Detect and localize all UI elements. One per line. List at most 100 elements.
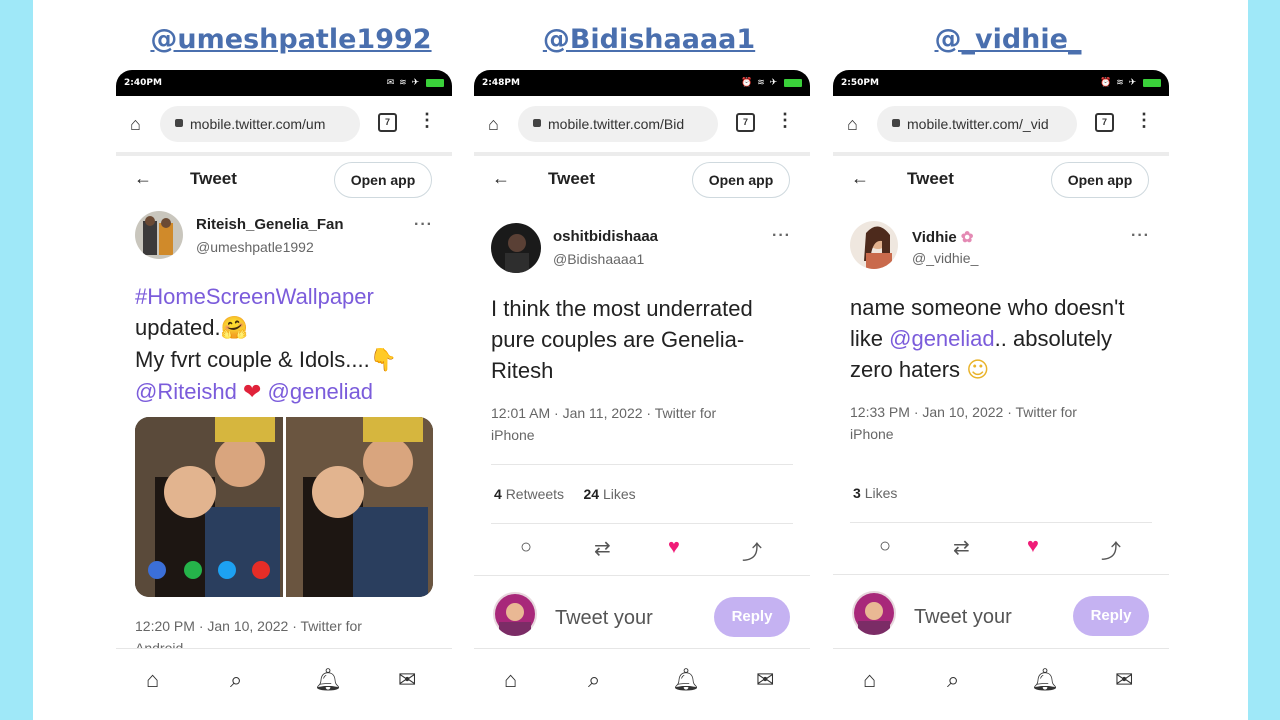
back-icon[interactable]: ← [851,168,869,189]
menu-icon[interactable]: ⋮ [776,110,794,131]
hugging-face-icon: 🤗 [220,316,249,341]
back-icon[interactable]: ← [492,168,510,189]
share-icon[interactable]: ⤴ [742,536,762,565]
menu-icon[interactable]: ⋮ [1135,110,1153,131]
tweet-text-line: pure couples are Genelia- [491,327,745,352]
retweets-count: 4 [494,486,502,502]
tweet-meta: 12:01 AM · Jan 11, 2022 · Twitter for iP… [491,402,791,446]
tabs-icon[interactable]: 7 [1095,113,1114,132]
divider [491,523,793,524]
open-app-button[interactable]: Open app [1051,162,1149,198]
divider [474,575,810,576]
tweet-stats: 3 Likes [853,485,897,501]
home-icon[interactable]: ⌂ [130,114,141,135]
user-name[interactable]: Vidhie ✿ [912,228,974,246]
more-icon[interactable]: ··· [772,227,791,245]
home-icon[interactable]: ⌂ [847,114,858,135]
search-icon[interactable]: ⌕ [947,667,959,693]
back-icon[interactable]: ← [134,168,152,189]
phone-screen-3: 2:50PM ⏰ ≋ ✈ ⌂ mobile.twitter.com/_vid 7… [833,70,1169,720]
user-name[interactable]: Riteish_Genelia_Fan [196,216,344,233]
retweet-icon[interactable]: ⇄ [594,536,611,561]
my-avatar [852,591,896,635]
share-icon[interactable]: ⤴ [1101,535,1121,564]
search-icon[interactable]: ⌕ [230,667,242,693]
url-bar[interactable]: mobile.twitter.com/um [160,106,360,142]
tweet-header: ← Tweet Open app [833,156,1169,204]
status-bar: 2:48PM ⏰ ≋ ✈ [474,70,810,96]
reply-icon[interactable]: ○ [520,536,532,559]
open-app-button[interactable]: Open app [334,162,432,198]
status-bar: 2:40PM ✉ ≋ ✈ [116,70,452,96]
url-bar[interactable]: mobile.twitter.com/_vid [877,106,1077,142]
tweet-timestamp: 12:33 PM · Jan 10, 2022 · Twitter for [850,404,1077,420]
more-icon[interactable]: ··· [414,216,433,234]
battery-icon [1143,78,1161,87]
status-time: 2:40PM [124,78,162,88]
likes-label[interactable]: Likes [603,486,636,502]
reply-input[interactable]: Tweet your [914,606,1012,629]
user-handle[interactable]: @Bidishaaaa1 [553,251,644,267]
bottom-nav: ⌂ ⌕ 🔔︎ ✉ [474,648,810,720]
notifications-icon[interactable]: 🔔︎ [672,667,700,693]
explore-icon[interactable]: ⌂ [146,667,159,693]
url-bar[interactable]: mobile.twitter.com/Bid [518,106,718,142]
likes-count: 24 [583,486,600,502]
mention-link[interactable]: @Riteishd [135,379,237,404]
handle-link-3[interactable]: @_vidhie_ [858,24,1158,55]
messages-icon[interactable]: ✉ [1115,667,1133,693]
menu-icon[interactable]: ⋮ [418,110,436,131]
handle-link-2[interactable]: @Bidishaaaa1 [499,24,799,55]
reply-button[interactable]: Reply [1073,596,1149,636]
rolling-eyes-icon: ☺ [966,358,990,383]
reply-button[interactable]: Reply [714,597,790,637]
avatar[interactable] [491,223,541,273]
url-text: mobile.twitter.com/Bid [548,116,685,132]
tabs-icon[interactable]: 7 [378,113,397,132]
mention-link[interactable]: @geneliad [889,326,995,351]
notifications-icon[interactable]: 🔔︎ [314,667,342,693]
reply-input[interactable]: Tweet your [555,607,653,630]
page-title: Tweet [907,169,954,188]
notifications-icon[interactable]: 🔔︎ [1031,667,1059,693]
tweet-text-line: Ritesh [491,358,554,383]
divider [833,574,1169,575]
messages-icon[interactable]: ✉ [398,667,416,693]
retweet-icon[interactable]: ⇄ [953,535,970,560]
explore-icon[interactable]: ⌂ [504,667,517,693]
user-name[interactable]: oshitbidishaaa [553,228,658,245]
user-handle[interactable]: @umeshpatle1992 [196,239,314,255]
tweet-text: name someone who doesn't like @geneliad.… [850,292,1160,386]
user-handle[interactable]: @_vidhie_ [912,250,978,266]
open-app-button[interactable]: Open app [692,162,790,198]
explore-icon[interactable]: ⌂ [863,667,876,693]
phone-screen-1: 2:40PM ✉ ≋ ✈ ⌂ mobile.twitter.com/um 7 ⋮… [116,70,452,720]
lock-icon [892,119,900,127]
handle-link-1[interactable]: @umeshpatle1992 [141,24,441,55]
lock-icon [533,119,541,127]
like-icon[interactable]: ♥ [668,536,680,559]
status-bar: 2:50PM ⏰ ≋ ✈ [833,70,1169,96]
tweet-text: I think the most underrated pure couples… [491,293,791,386]
hashtag-link[interactable]: #HomeScreenWallpaper [135,284,374,309]
like-icon[interactable]: ♥ [1027,535,1039,558]
url-text: mobile.twitter.com/_vid [907,116,1049,132]
more-icon[interactable]: ··· [1131,227,1150,245]
avatar[interactable] [135,211,183,259]
my-avatar [493,592,537,636]
retweets-label[interactable]: Retweets [506,486,564,502]
messages-icon[interactable]: ✉ [756,667,774,693]
reply-icon[interactable]: ○ [879,535,891,558]
home-icon[interactable]: ⌂ [488,114,499,135]
tweet-stats: 4 Retweets 24 Likes [494,486,636,502]
avatar[interactable] [850,221,898,269]
tweet-source: iPhone [850,426,894,442]
tweet-media-image[interactable] [135,417,433,597]
tweet-text: #HomeScreenWallpaper updated.🤗 My fvrt c… [135,281,435,408]
tabs-icon[interactable]: 7 [736,113,755,132]
mention-link[interactable]: @geneliad [268,379,374,404]
flower-icon: ✿ [960,229,974,246]
search-icon[interactable]: ⌕ [588,667,600,693]
likes-label[interactable]: Likes [865,485,898,501]
tweet-timestamp: 12:20 PM · Jan 10, 2022 · Twitter for [135,618,362,634]
